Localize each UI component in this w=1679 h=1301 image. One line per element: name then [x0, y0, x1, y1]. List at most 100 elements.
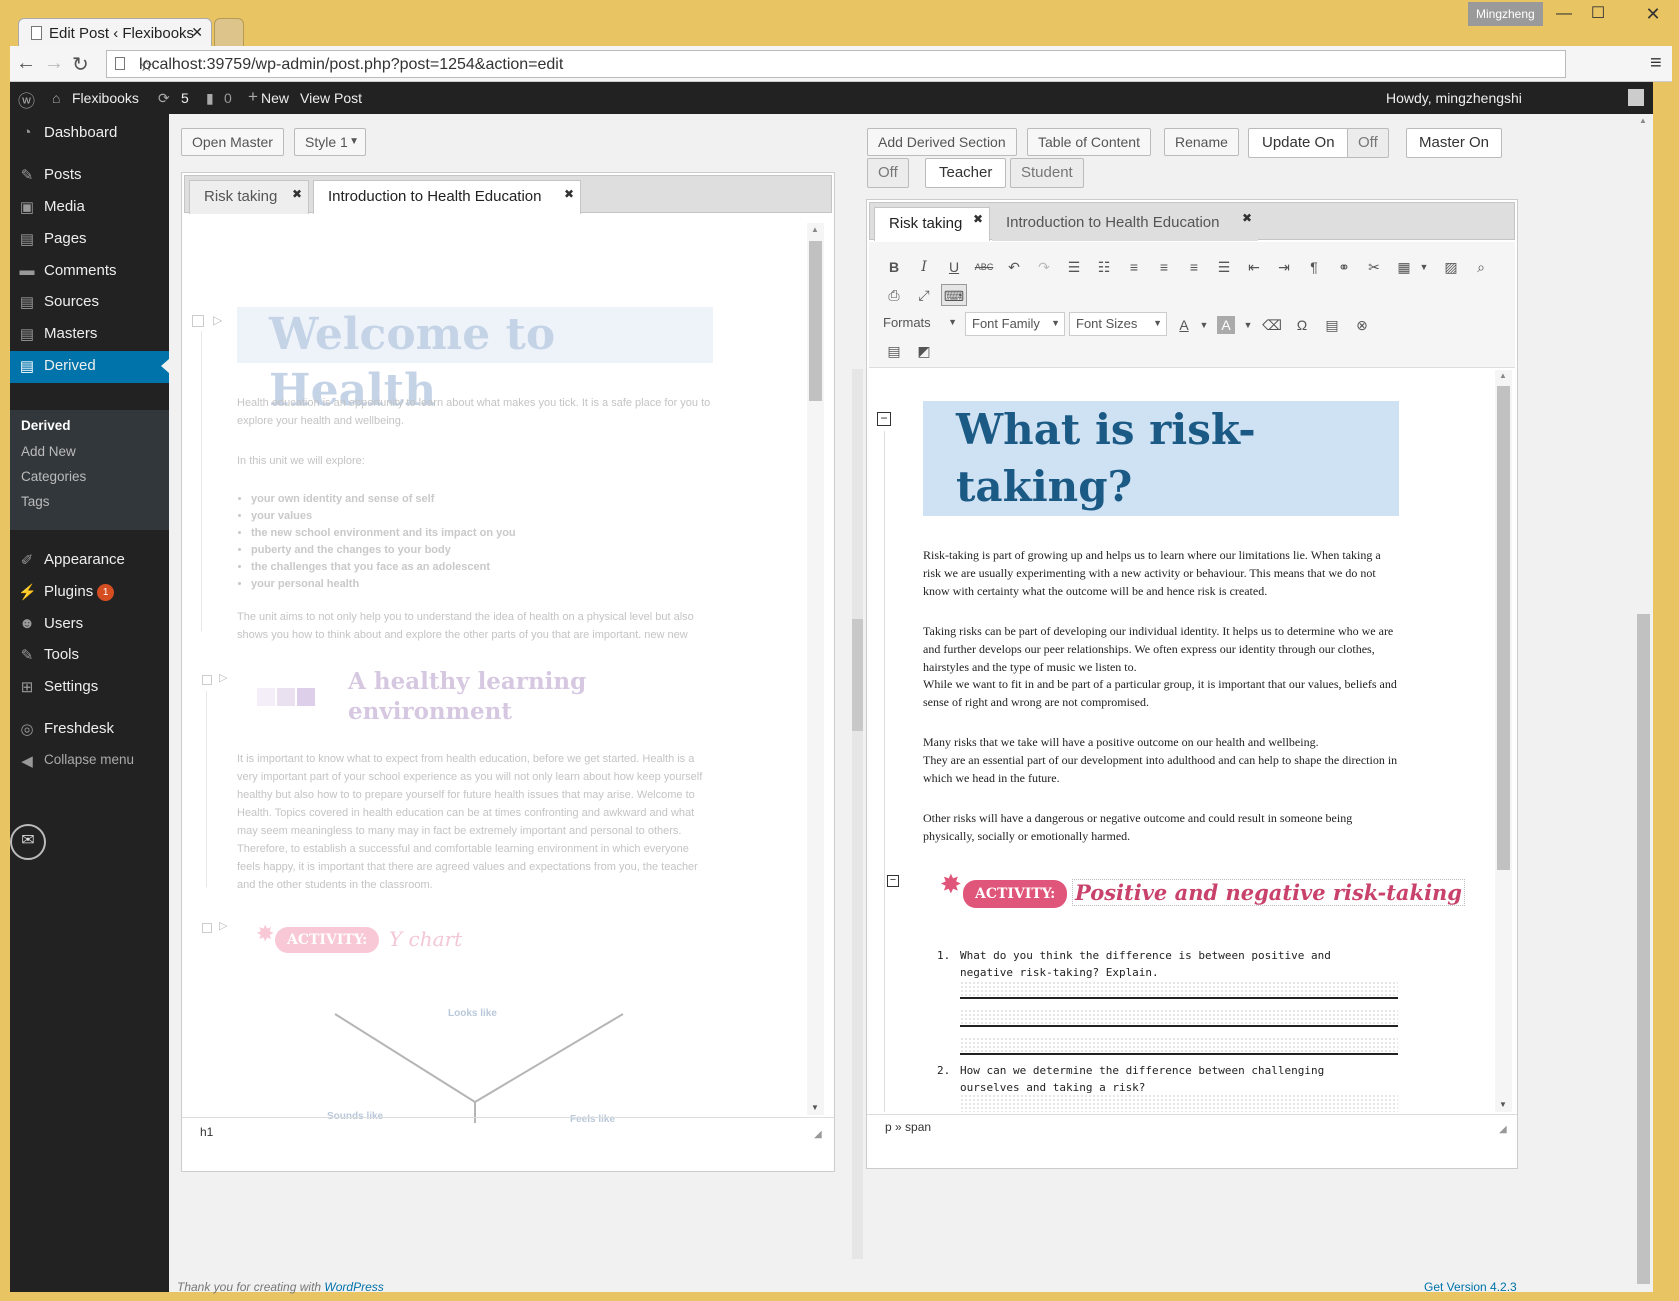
keyboard-icon[interactable]: ⌨	[941, 284, 967, 306]
sidebar-item-derived[interactable]: ▤ Derived	[10, 351, 169, 383]
table-of-content-button[interactable]: Table of Content	[1027, 128, 1151, 156]
expand-arrow-icon[interactable]: ▷	[213, 313, 222, 327]
close-icon[interactable]: ✖	[1242, 211, 1252, 225]
font-family-dropdown[interactable]: Font Family ▼	[965, 312, 1065, 336]
underline-icon[interactable]: U	[943, 256, 965, 278]
master-scrollbar[interactable]: ▲ ▼	[807, 223, 824, 1115]
style-select[interactable]: Style 1 ▼	[294, 128, 366, 156]
scrollbar-thumb[interactable]	[1497, 386, 1510, 870]
table-icon[interactable]: ▦	[1393, 256, 1415, 278]
sidebar-item-users[interactable]: ☻ Users	[10, 609, 169, 639]
master-on-button[interactable]: Master On	[1406, 128, 1503, 158]
paragraph-icon[interactable]: ¶	[1303, 256, 1325, 278]
reload-icon[interactable]: ↻	[72, 52, 89, 77]
expand-arrow-icon[interactable]: ▷	[219, 919, 227, 932]
submenu-item-tags[interactable]: Tags	[21, 494, 50, 509]
align-left-icon[interactable]: ≡	[1123, 256, 1145, 278]
sidebar-item-posts[interactable]: ✎ Posts	[10, 160, 169, 190]
wordpress-logo-icon[interactable]: ⓦ	[18, 87, 35, 112]
back-icon[interactable]: ←	[16, 52, 36, 75]
sidebar-item-sources[interactable]: ▤ Sources	[10, 287, 169, 317]
remove-icon[interactable]: ⊗	[1351, 314, 1373, 336]
scroll-down-icon[interactable]: ▼	[811, 1103, 819, 1112]
student-button[interactable]: Student	[1010, 158, 1084, 188]
sidebar-item-dashboard[interactable]: ◔ Dashboard	[10, 118, 169, 148]
new-link[interactable]: New	[261, 90, 289, 106]
answer-line[interactable]	[960, 1009, 1398, 1027]
redo-icon[interactable]: ↷	[1033, 256, 1055, 278]
tab-risk-taking[interactable]: Risk taking ✖	[189, 180, 309, 214]
eraser-icon[interactable]: ⌫	[1261, 314, 1283, 336]
print-icon[interactable]: ⎙	[883, 284, 905, 306]
scrollbar-thumb[interactable]	[1637, 614, 1650, 1284]
close-icon[interactable]: ✖	[292, 187, 302, 201]
fullscreen-icon[interactable]: ⤢	[913, 284, 935, 306]
sidebar-item-settings[interactable]: ⊞ Settings	[10, 672, 169, 702]
scrollbar-thumb[interactable]	[809, 241, 822, 401]
scroll-up-icon[interactable]: ▲	[1499, 371, 1507, 380]
sidebar-item-pages[interactable]: ▤ Pages	[10, 224, 169, 254]
teacher-button[interactable]: Teacher	[925, 158, 1007, 188]
collapse-icon[interactable]	[192, 315, 204, 327]
updates-icon[interactable]: ⟳	[158, 90, 170, 107]
outdent-icon[interactable]: ⇤	[1243, 256, 1265, 278]
link-icon[interactable]: ⚭	[1333, 256, 1355, 278]
scroll-up-icon[interactable]: ▲	[811, 225, 819, 234]
avatar[interactable]	[1628, 89, 1644, 106]
numbered-list-icon[interactable]: ☷	[1093, 256, 1115, 278]
answer-line[interactable]	[960, 981, 1398, 999]
italic-icon[interactable]: I	[913, 256, 935, 278]
document-icon[interactable]: ▤	[883, 340, 905, 362]
template-icon[interactable]: ◩	[913, 340, 935, 362]
sidebar-item-freshdesk[interactable]: ◎ Freshdesk	[10, 714, 169, 744]
sidebar-item-appearance[interactable]: ✐ Appearance	[10, 545, 169, 575]
justify-icon[interactable]: ☰	[1213, 256, 1235, 278]
unlink-icon[interactable]: ✂	[1363, 256, 1385, 278]
get-version-link[interactable]: Get Version 4.2.3	[1424, 1280, 1517, 1294]
mail-icon[interactable]: ✉	[10, 824, 46, 860]
image-icon[interactable]: ▨	[1440, 256, 1462, 278]
add-derived-section-button[interactable]: Add Derived Section	[867, 128, 1017, 156]
text-color-icon[interactable]: A	[1173, 314, 1195, 336]
chevron-down-icon[interactable]: ▼	[1413, 256, 1435, 278]
resize-handle-icon[interactable]: ◢	[814, 1129, 822, 1140]
sidebar-item-plugins[interactable]: ⚡ Plugins 1	[10, 577, 169, 607]
close-window-icon[interactable]: ✕	[1630, 2, 1676, 26]
window-scrollbar[interactable]: ▲	[1635, 114, 1652, 1292]
maximize-icon[interactable]: ☐	[1580, 2, 1616, 26]
star-icon[interactable]: ☆	[139, 56, 1557, 76]
scroll-down-icon[interactable]: ▼	[1499, 1100, 1507, 1109]
site-name-link[interactable]: Flexibooks	[72, 90, 139, 106]
home-icon[interactable]: ⌂	[52, 90, 60, 106]
align-center-icon[interactable]: ≡	[1153, 256, 1175, 278]
derived-content-area[interactable]: − What is risk-taking? Risk-taking is pa…	[867, 370, 1493, 1112]
font-sizes-dropdown[interactable]: Font Sizes ▼	[1069, 312, 1167, 336]
sidebar-item-comments[interactable]: ▬ Comments	[10, 256, 169, 286]
bold-icon[interactable]: B	[883, 256, 905, 278]
collapse-icon[interactable]	[202, 923, 212, 933]
omega-icon[interactable]: Ω	[1291, 314, 1313, 336]
update-on-button[interactable]: Update On	[1248, 128, 1349, 158]
sidebar-item-tools[interactable]: ✎ Tools	[10, 640, 169, 670]
menu-icon[interactable]: ≡	[1650, 52, 1662, 75]
rename-button[interactable]: Rename	[1164, 128, 1239, 156]
collapse-icon[interactable]: −	[877, 412, 891, 426]
expand-arrow-icon[interactable]: ▷	[219, 671, 227, 684]
scrollbar-thumb[interactable]	[852, 619, 863, 731]
collapse-icon[interactable]: −	[887, 875, 899, 887]
bullet-list-icon[interactable]: ☰	[1063, 256, 1085, 278]
page-scrollbar[interactable]	[852, 369, 863, 1259]
background-color-icon[interactable]: A	[1217, 316, 1235, 334]
comments-count[interactable]: 0	[224, 90, 232, 106]
howdy-user-link[interactable]: Howdy, mingzhengshi	[1386, 90, 1522, 106]
formats-dropdown[interactable]: Formats ▼	[883, 312, 959, 336]
tab-introduction[interactable]: Introduction to Health Education ✖	[313, 180, 581, 214]
tab-introduction[interactable]: Introduction to Health Education ✖	[992, 207, 1258, 241]
collapse-menu-button[interactable]: ◀ Collapse menu	[10, 746, 169, 776]
master-content-area[interactable]: ▷ Welcome to Health Health education is …	[182, 223, 812, 1123]
profile-badge[interactable]: Mingzheng	[1468, 2, 1543, 26]
chevron-down-icon[interactable]: ▼	[1237, 314, 1259, 336]
sidebar-item-media[interactable]: ▣ Media	[10, 192, 169, 222]
wordpress-link[interactable]: WordPress	[324, 1280, 383, 1294]
browser-tab[interactable]: Edit Post ‹ Flexibooks ✕	[18, 18, 212, 46]
